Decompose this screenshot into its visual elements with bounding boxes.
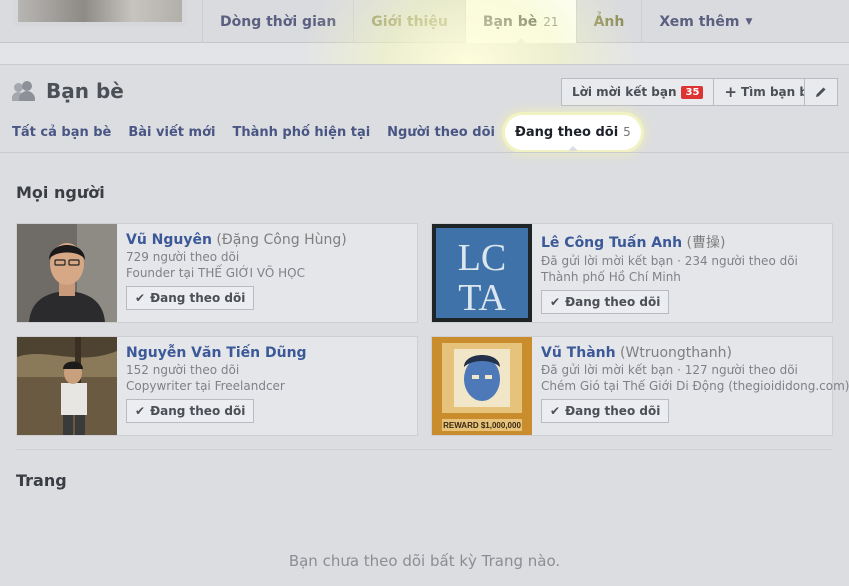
subtab-label: Đang theo dõi [514, 124, 619, 140]
button-label: Đang theo dõi [150, 404, 246, 418]
pages-section-title: Trang [16, 471, 67, 490]
profile-cover-thumbnail[interactable] [14, 0, 186, 26]
button-label: Đang theo dõi [565, 295, 661, 309]
poster-text: REWARD $1,000,000 [443, 421, 521, 430]
profile-nav-bar: Dòng thời gian Giới thiệu Bạn bè 21 Ảnh X… [0, 0, 849, 44]
follower-count: Đã gửi lời mời kết bạn · 234 người theo … [541, 254, 798, 268]
header-actions: Lời mời kết bạn 35 + Tìm bạn bè [561, 78, 828, 106]
check-icon: ✔ [135, 404, 146, 418]
person-info: Lê Công Tuấn Anh (曹操) Đã gửi lời mời kết… [541, 232, 826, 314]
subtab-followers[interactable]: Người theo dõi [387, 125, 495, 140]
avatar[interactable]: REWARD $1,000,000 [432, 337, 532, 435]
following-button[interactable]: ✔ Đang theo dõi [541, 399, 670, 423]
button-label: Đang theo dõi [565, 404, 661, 418]
divider [0, 152, 849, 153]
tab-label: Dòng thời gian [220, 13, 337, 30]
person-info: Nguyễn Văn Tiến Dũng 152 người theo dõi … [126, 345, 411, 423]
person-info: Vũ Thành (Wtruongthanh) Đã gửi lời mời k… [541, 345, 849, 423]
logo-text: TA [458, 277, 506, 319]
tab-label: Giới thiệu [371, 13, 448, 30]
person-name-line: Nguyễn Văn Tiến Dũng [126, 345, 411, 361]
subtab-current-city[interactable]: Thành phố hiện tại [232, 125, 370, 140]
tab-label: Bạn bè [482, 13, 538, 30]
people-section-title: Mọi người [16, 183, 105, 202]
person-alt-name: (Wtruongthanh) [620, 345, 732, 361]
logo-text: LC [458, 237, 507, 279]
tab-about[interactable]: Giới thiệu [353, 0, 465, 43]
person-name-link[interactable]: Lê Công Tuấn Anh [541, 235, 682, 251]
pencil-icon [816, 87, 826, 97]
tab-count: 21 [543, 14, 559, 29]
button-label: Đang theo dõi [150, 291, 246, 305]
profile-tabs: Dòng thời gian Giới thiệu Bạn bè 21 Ảnh X… [202, 0, 769, 44]
tab-label: Xem thêm [659, 13, 740, 30]
check-icon: ✔ [550, 295, 561, 309]
follower-count: 152 người theo dõi [126, 363, 240, 377]
friends-header: Bạn bè [12, 79, 124, 103]
following-button[interactable]: ✔ Đang theo dõi [126, 399, 255, 423]
avatar[interactable] [17, 337, 117, 435]
plus-icon: + [724, 83, 737, 101]
avatar[interactable]: LC TA [432, 224, 532, 322]
friends-icon [12, 80, 38, 102]
check-icon: ✔ [135, 291, 146, 305]
person-work: Founder tại THẾ GIỚI VÕ HỌC [126, 266, 305, 280]
tab-friends[interactable]: Bạn bè 21 [464, 0, 576, 44]
friends-panel: Bạn bè Lời mời kết bạn 35 + Tìm bạn bè Tất… [0, 64, 849, 586]
subtab-all-friends[interactable]: Tất cả bạn bè [12, 125, 111, 140]
person-location: Thành phố Hồ Chí Minh [541, 270, 681, 284]
person-work: Copywriter tại Freelandcer [126, 379, 285, 393]
chevron-down-icon: ▼ [745, 16, 753, 27]
person-info: Vũ Nguyên (Đặng Công Hùng) 729 người the… [126, 232, 411, 310]
person-card: LC TA Lê Công Tuấn Anh (曹操) Đã gửi lời m… [431, 223, 833, 323]
person-name-line: Vũ Nguyên (Đặng Công Hùng) [126, 232, 411, 248]
person-name-line: Vũ Thành (Wtruongthanh) [541, 345, 826, 361]
follower-count: 729 người theo dõi [126, 250, 240, 264]
person-name-link[interactable]: Nguyễn Văn Tiến Dũng [126, 345, 307, 361]
following-button[interactable]: ✔ Đang theo dõi [541, 290, 670, 314]
following-button[interactable]: ✔ Đang theo dõi [126, 286, 255, 310]
person-alt-name: (曹操) [686, 235, 726, 251]
edit-button[interactable] [804, 78, 838, 106]
person-work: Chém Gió tại Thế Giới Di Động (thegioidi… [541, 379, 849, 393]
friend-requests-badge: 35 [681, 85, 704, 99]
person-alt-name: (Đặng Công Hùng) [216, 232, 347, 248]
person-card: Nguyễn Văn Tiến Dũng 152 người theo dõi … [16, 336, 418, 436]
tab-timeline[interactable]: Dòng thời gian [202, 0, 353, 43]
subtab-following[interactable]: Đang theo dõi 5 [504, 114, 641, 151]
person-name-link[interactable]: Vũ Thành [541, 345, 616, 361]
section-divider [16, 449, 832, 450]
tab-more[interactable]: Xem thêm ▼ [641, 0, 769, 43]
button-label: Lời mời kết bạn [572, 85, 677, 99]
pages-empty-message: Bạn chưa theo dõi bất kỳ Trang nào. [288, 552, 561, 570]
friends-subtabs: Tất cả bạn bè Bài viết mới Thành phố hiệ… [12, 114, 658, 151]
person-name-line: Lê Công Tuấn Anh (曹操) [541, 232, 826, 252]
person-name-link[interactable]: Vũ Nguyên [126, 232, 212, 248]
tab-label: Ảnh [593, 13, 625, 30]
tab-photos[interactable]: Ảnh [575, 0, 642, 43]
subtab-recent-posts[interactable]: Bài viết mới [128, 125, 215, 140]
avatar[interactable] [17, 224, 117, 322]
friend-requests-button[interactable]: Lời mời kết bạn 35 [561, 78, 715, 106]
page-title: Bạn bè [46, 79, 124, 103]
follower-count: Đã gửi lời mời kết bạn · 127 người theo … [541, 363, 798, 377]
person-card: Vũ Nguyên (Đặng Công Hùng) 729 người the… [16, 223, 418, 323]
person-card: REWARD $1,000,000 Vũ Thành (Wtruongthanh… [431, 336, 849, 436]
check-icon: ✔ [550, 404, 561, 418]
subtab-count: 5 [623, 124, 631, 139]
